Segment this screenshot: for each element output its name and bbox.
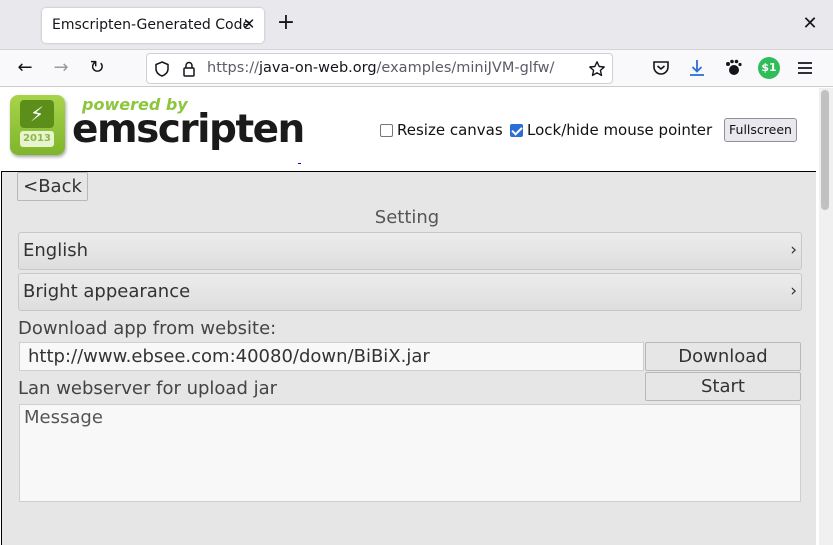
resize-canvas-checkbox[interactable] [380,124,393,137]
logo-wordmark: emscripten [72,107,305,152]
menu-item-appearance[interactable]: Bright appearance › [18,273,802,311]
scrollbar-thumb[interactable] [821,90,829,210]
resize-canvas-label[interactable]: Resize canvas [397,121,503,139]
download-label: Download app from website: [18,318,277,339]
window-close-icon[interactable]: ✕ [800,14,820,34]
tab-bar: Emscripten-Generated Code ✕ + ✕ [0,0,833,50]
url-bar[interactable]: https://java-on-web.org/examples/miniJVM… [146,53,613,84]
page-content: ⚡ 2013 powered by emscripten Resize canv… [0,88,820,545]
close-tab-icon[interactable]: ✕ [241,16,257,32]
reload-icon[interactable]: ↻ [84,56,110,80]
nav-bar: ← → ↻ https://java-on-web.org/examples/m… [0,50,833,87]
pocket-icon[interactable] [650,57,672,79]
logo-year: 2013 [20,131,54,147]
url-text: https://java-on-web.org/examples/miniJVM… [207,60,555,76]
chevron-right-icon: › [790,281,797,301]
bookmark-star-icon[interactable] [588,60,606,78]
tab-title: Emscripten-Generated Code [52,17,252,33]
menu-item-label: Bright appearance [23,281,191,302]
emscripten-logo[interactable]: ⚡ 2013 powered by emscripten [10,95,305,157]
menu-icon[interactable] [794,57,816,79]
forward-arrow-icon[interactable]: → [48,56,74,80]
menu-item-language[interactable]: English › [18,232,802,270]
back-arrow-icon[interactable]: ← [12,56,38,80]
logo-badge: ⚡ 2013 [10,95,65,155]
lan-webserver-label: Lan webserver for upload jar [18,378,278,399]
page-title: Setting [374,207,440,228]
download-button[interactable]: Download [645,342,801,371]
download-icon[interactable] [686,57,708,79]
lock-pointer-label[interactable]: Lock/hide mouse pointer [527,121,712,139]
start-button[interactable]: Start [645,372,801,401]
lock-icon[interactable] [180,60,198,78]
app-canvas[interactable]: <Back Setting English › Bright appearanc… [1,171,816,545]
new-tab-icon[interactable]: + [275,12,297,34]
lightning-icon: ⚡ [20,100,54,128]
shield-icon[interactable] [153,60,171,78]
hidden-link[interactable] [298,163,301,164]
menu-item-label: English [23,240,88,261]
download-url-field[interactable]: http://www.ebsee.com:40080/down/BiBiX.ja… [19,342,644,371]
lock-pointer-checkbox[interactable] [510,124,523,137]
chevron-right-icon: › [790,240,797,260]
gnome-extension-icon[interactable] [722,57,744,79]
extension-badge-icon[interactable]: $1 [758,57,780,79]
message-area[interactable]: Message [19,404,801,502]
browser-tab[interactable]: Emscripten-Generated Code ✕ [42,8,264,43]
fullscreen-button[interactable]: Fullscreen [724,118,797,142]
back-button[interactable]: <Back [17,172,88,201]
